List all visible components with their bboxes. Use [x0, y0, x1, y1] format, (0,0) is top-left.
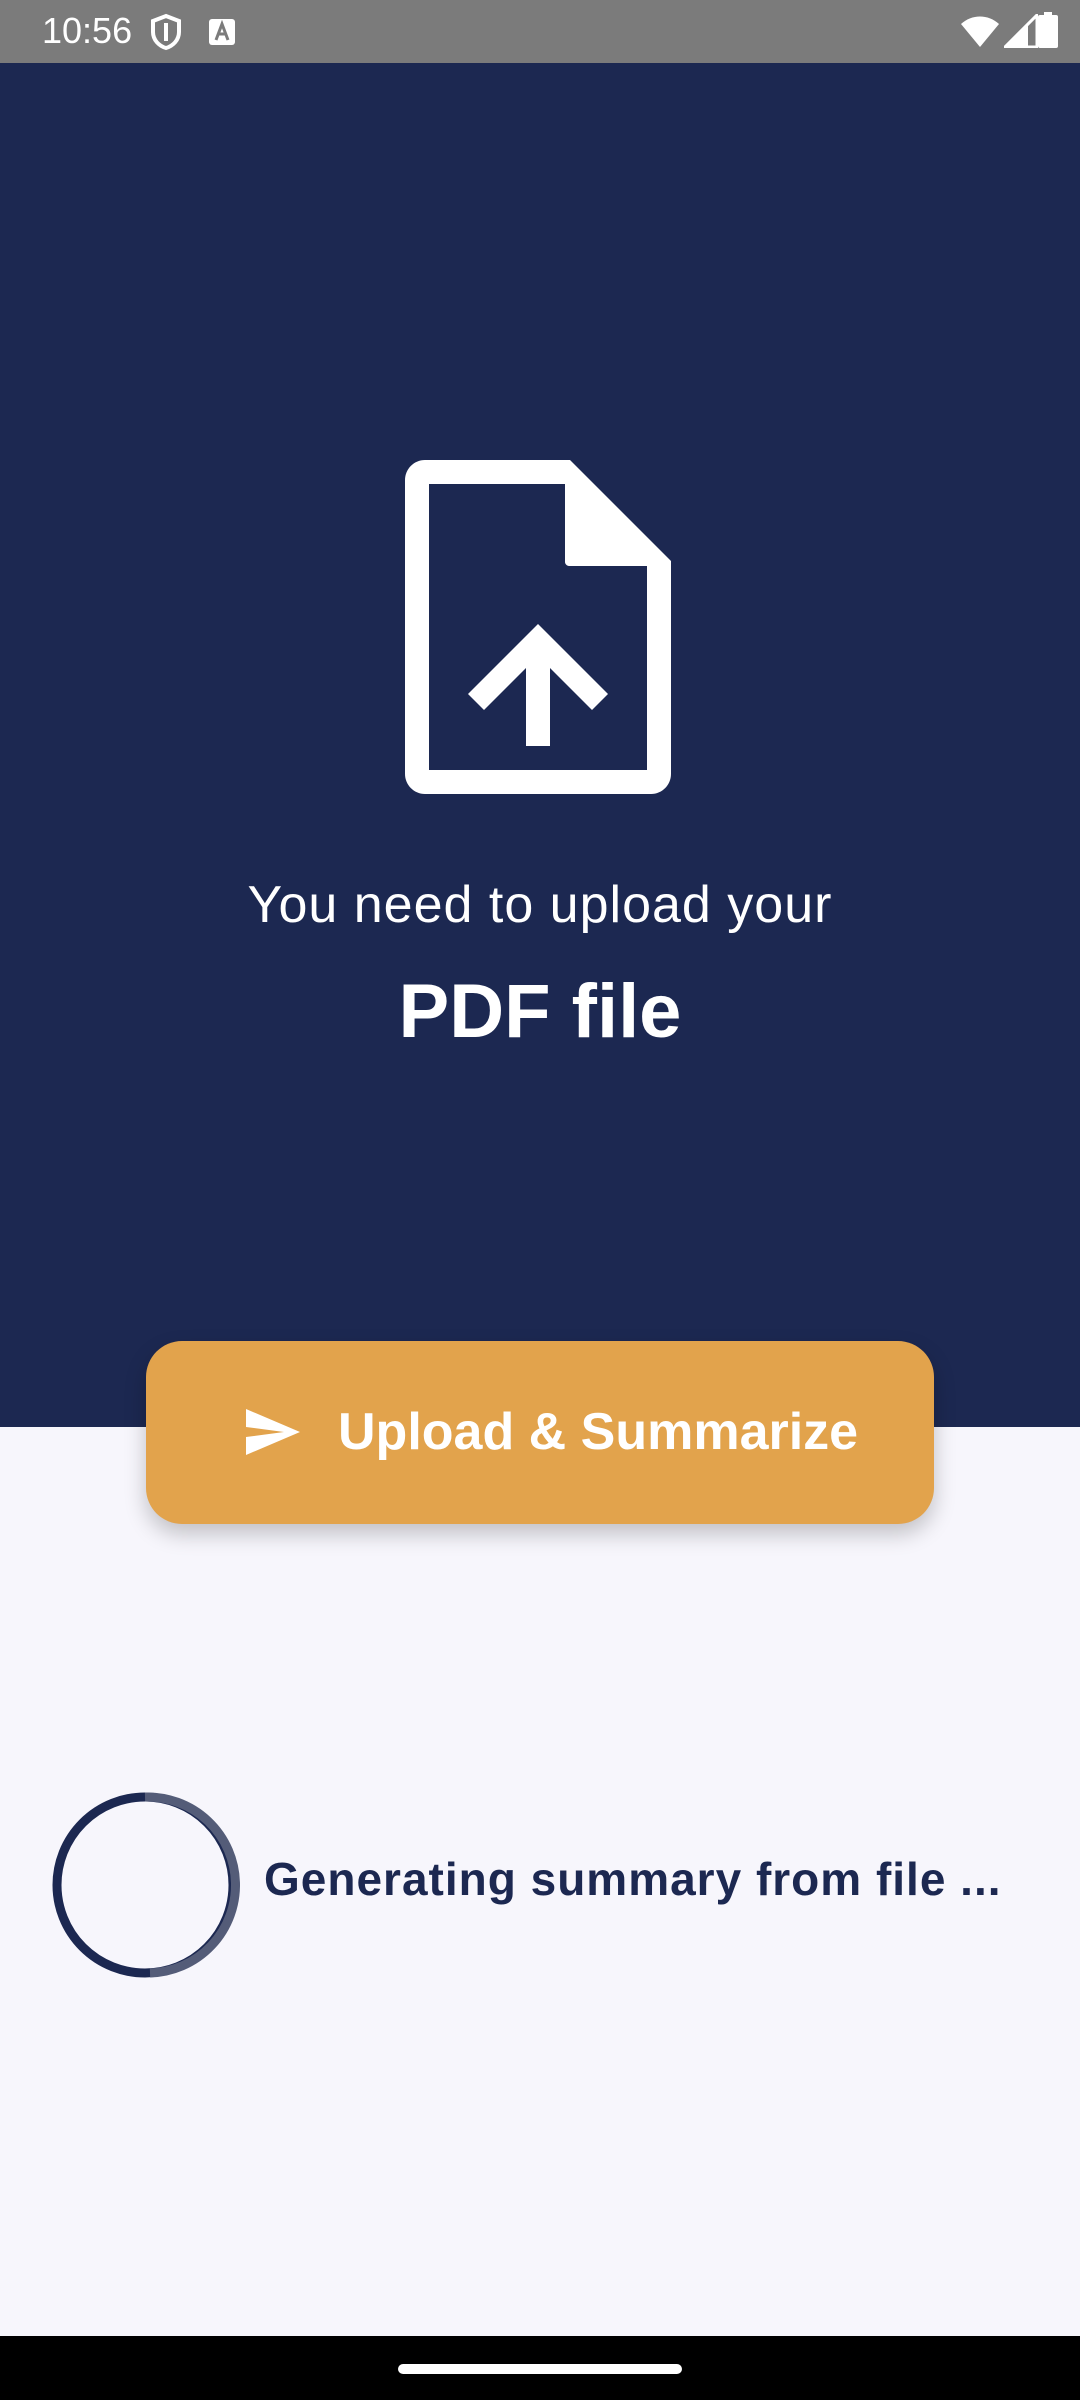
wifi-icon: [961, 16, 999, 47]
send-icon: [246, 1409, 300, 1455]
home-indicator[interactable]: [398, 2364, 682, 2374]
spinner-icon: [52, 1792, 240, 1978]
a-icon: [209, 19, 235, 45]
progress-text: Generating summary from file ...: [264, 1853, 1002, 1905]
hero-title: PDF file: [398, 969, 682, 1054]
hero-panel: You need to upload your PDF file: [0, 63, 1080, 1427]
hero-subtitle: You need to upload your: [247, 876, 833, 934]
battery-icon: [1038, 12, 1058, 48]
shield-icon: [151, 13, 181, 51]
upload-summarize-button[interactable]: Upload & Summarize: [146, 1341, 934, 1524]
status-bar: 10:56: [0, 0, 1080, 63]
status-time: 10:56: [42, 10, 133, 51]
navigation-bar: [0, 2336, 1080, 2400]
progress-row: Generating summary from file ...: [0, 1780, 1080, 1980]
signal-icon: [1004, 14, 1038, 48]
upload-button-label: Upload & Summarize: [338, 1403, 859, 1461]
file-upload-icon: [405, 460, 671, 794]
